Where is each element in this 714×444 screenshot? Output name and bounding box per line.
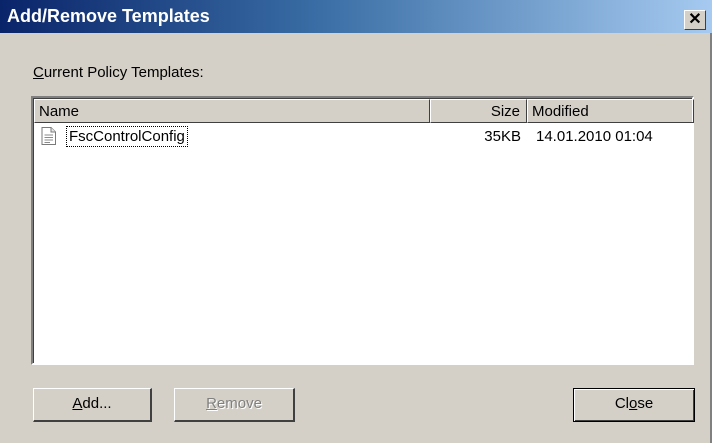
- remove-label: emove: [216, 395, 262, 412]
- list-header: Name Size Modified: [34, 99, 694, 123]
- column-header-size[interactable]: Size: [430, 99, 527, 123]
- template-size: 35KB: [484, 128, 521, 145]
- template-name: FscControlConfig: [66, 126, 188, 147]
- close-label-pre: Cl: [614, 395, 629, 412]
- add-button[interactable]: Add...: [33, 388, 152, 422]
- document-icon: [41, 127, 56, 145]
- close-window-button[interactable]: ✕: [684, 10, 706, 30]
- add-remove-templates-dialog: Add/Remove Templates ✕ Current Policy Te…: [0, 0, 712, 443]
- column-header-name[interactable]: Name: [34, 99, 430, 123]
- add-mnemonic: A: [72, 395, 83, 412]
- title-bar[interactable]: Add/Remove Templates ✕: [0, 0, 712, 33]
- close-button[interactable]: Close: [573, 388, 695, 422]
- label-text: urrent Policy Templates:: [43, 64, 204, 81]
- close-icon: ✕: [688, 11, 702, 28]
- list-item[interactable]: FscControlConfig 35KB 14.01.2010 01:04: [34, 125, 691, 147]
- current-policy-templates-label: Current Policy Templates:: [33, 64, 204, 81]
- remove-mnemonic: R: [206, 395, 217, 412]
- templates-list[interactable]: Name Size Modified FscControlConfig 35KB…: [31, 96, 694, 365]
- remove-button[interactable]: Remove: [174, 388, 295, 422]
- add-label: dd...: [82, 395, 112, 412]
- label-mnemonic: C: [33, 64, 44, 81]
- template-modified: 14.01.2010 01:04: [536, 128, 653, 145]
- window-title: Add/Remove Templates: [7, 6, 210, 26]
- column-header-modified[interactable]: Modified: [527, 99, 694, 123]
- close-label-rest: se: [637, 395, 654, 412]
